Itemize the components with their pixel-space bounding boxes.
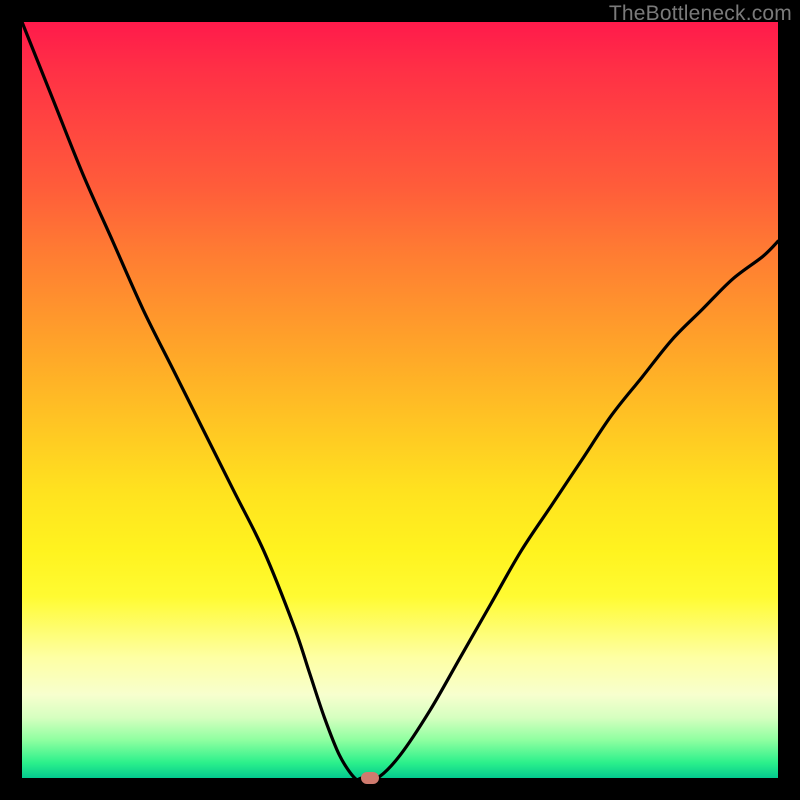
chart-frame: TheBottleneck.com [0, 0, 800, 800]
watermark-text: TheBottleneck.com [609, 2, 792, 26]
optimum-marker [361, 772, 379, 784]
plot-area [22, 22, 778, 778]
bottleneck-curve [22, 22, 778, 778]
